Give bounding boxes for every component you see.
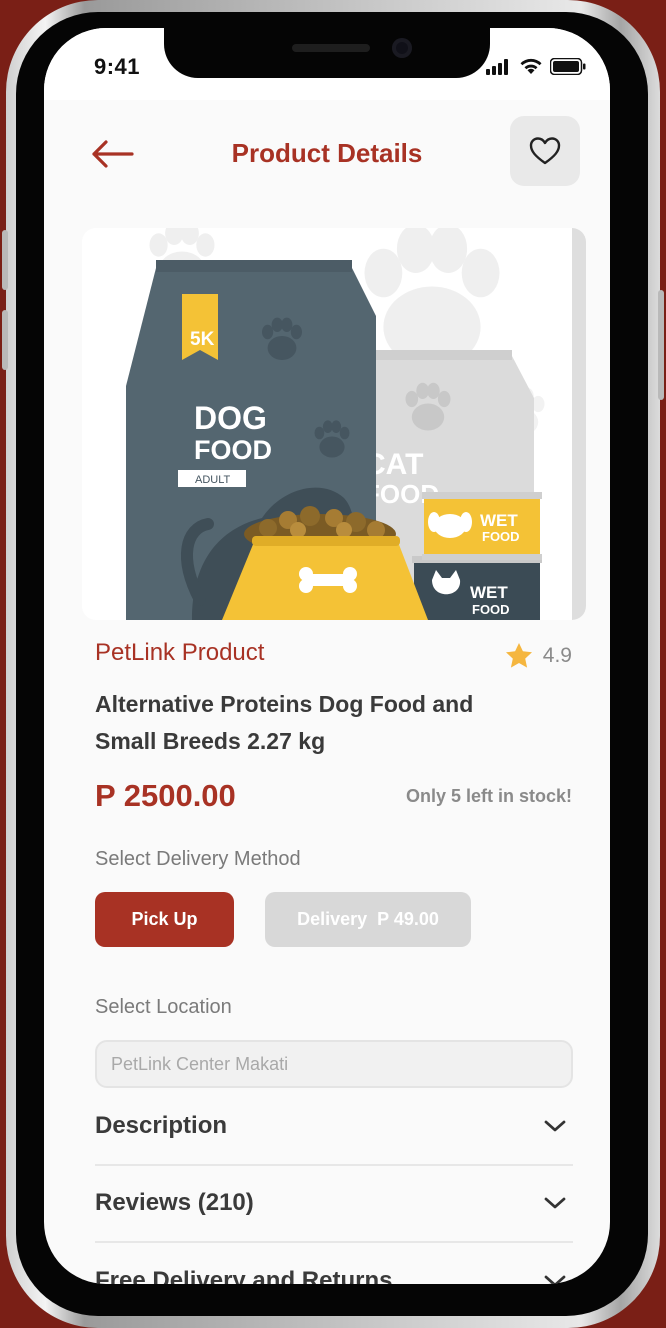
location-field xyxy=(95,1040,573,1088)
volume-up-button xyxy=(2,230,8,290)
rating-value: 4.9 xyxy=(542,643,572,667)
can2-label-line1: WET xyxy=(470,583,508,602)
description-section[interactable]: Description xyxy=(95,1112,573,1188)
delivery-returns-label: Free Delivery and Returns xyxy=(95,1267,393,1284)
location-input[interactable] xyxy=(97,1042,571,1086)
delivery-button[interactable]: Delivery P 49.00 xyxy=(265,892,471,947)
product-price: P 2500.00 xyxy=(95,778,236,813)
volume-down-button xyxy=(2,310,8,370)
signal-icon xyxy=(486,58,508,75)
delivery-method-label: Select Delivery Method xyxy=(95,848,301,870)
wifi-icon xyxy=(520,58,542,74)
pickup-button[interactable]: Pick Up xyxy=(95,892,234,947)
chevron-down-icon xyxy=(544,1120,566,1132)
battery-icon xyxy=(550,58,586,75)
location-label: Select Location xyxy=(95,996,232,1018)
notch xyxy=(164,28,490,78)
speaker xyxy=(292,44,370,52)
reviews-label: Reviews (210) xyxy=(95,1189,254,1216)
power-button xyxy=(658,290,664,400)
description-label: Description xyxy=(95,1112,228,1139)
reviews-section[interactable]: Reviews (210) xyxy=(95,1189,573,1265)
chevron-down-icon xyxy=(544,1275,566,1284)
heart-icon xyxy=(529,137,561,165)
app-screen: 9:41 Product Details CAT FOOD 5K DOG FOO… xyxy=(44,28,610,1284)
status-icons xyxy=(486,58,586,75)
header: Product Details xyxy=(44,100,610,216)
stock-note: Only 5 left in stock! xyxy=(405,786,572,806)
front-camera xyxy=(392,38,412,58)
divider xyxy=(95,1164,573,1166)
status-time: 9:41 xyxy=(94,54,141,79)
can2-label-line2: FOOD xyxy=(472,602,510,617)
product-brand: PetLink Product xyxy=(95,639,265,666)
bag-title-line2: FOOD xyxy=(194,435,272,465)
favorite-button[interactable] xyxy=(510,116,580,186)
bag-subtitle: ADULT xyxy=(195,474,231,486)
can1-label-line1: WET xyxy=(480,511,518,530)
divider xyxy=(95,1241,573,1243)
product-rating: 4.9 xyxy=(505,642,572,669)
star-icon xyxy=(505,643,532,668)
product-illustration: CAT FOOD 5K DOG FOOD ADULT WET FOOD WET … xyxy=(82,228,586,620)
product-image[interactable]: CAT FOOD 5K DOG FOOD ADULT WET FOOD WET … xyxy=(82,228,586,620)
bag-size-label: 5K xyxy=(190,329,215,350)
product-name: Alternative Proteins Dog Food and Small … xyxy=(95,691,474,754)
delivery-returns-section[interactable]: Free Delivery and Returns xyxy=(95,1267,573,1284)
chevron-down-icon xyxy=(544,1197,566,1209)
can1-label-line2: FOOD xyxy=(482,529,520,544)
bag-title-line1: DOG xyxy=(194,400,267,436)
